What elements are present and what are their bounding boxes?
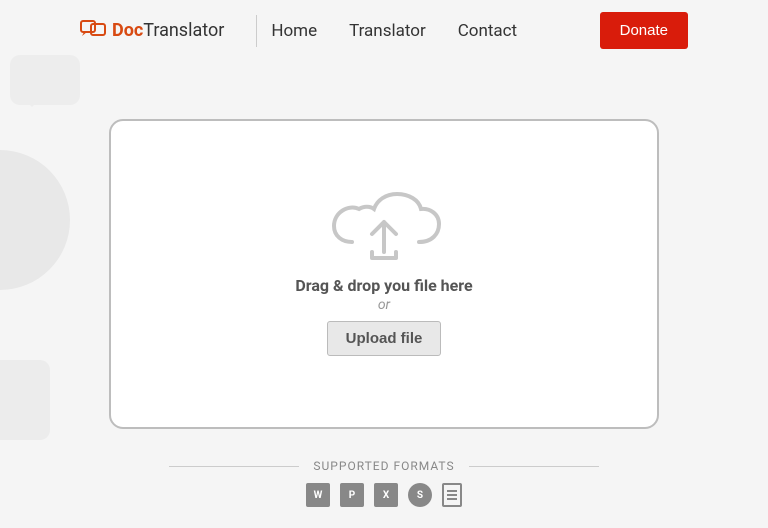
divider-right [469,466,599,467]
logo[interactable]: DocTranslator [80,18,224,43]
format-icons: W P X S [0,483,768,507]
logo-icon [80,18,106,43]
formats-heading: SUPPORTED FORMATS [313,459,454,473]
nav-translator[interactable]: Translator [349,21,426,41]
excel-icon: X [374,483,398,507]
formats-heading-row: SUPPORTED FORMATS [0,459,768,473]
nav: Home Translator Contact [271,21,579,41]
bg-speech-decoration [10,55,80,105]
nav-home[interactable]: Home [271,21,317,41]
nav-contact[interactable]: Contact [458,21,517,41]
dropzone-or: or [378,297,390,313]
logo-text: DocTranslator [112,20,224,41]
upload-file-button[interactable]: Upload file [327,321,442,356]
donate-button[interactable]: Donate [600,12,688,49]
bg-shape-decoration [0,360,50,440]
supported-formats: SUPPORTED FORMATS W P X S [0,459,768,507]
divider-left [169,466,299,467]
word-icon: W [306,483,330,507]
bg-circle-decoration [0,150,70,290]
document-icon [442,483,462,507]
nav-separator [256,15,257,47]
header: DocTranslator Home Translator Contact Do… [0,0,768,49]
brand-bold: Doc [112,20,143,41]
dropzone-text: Drag & drop you file here [295,276,472,295]
brand-rest: Translator [143,20,224,41]
powerpoint-icon: P [340,483,364,507]
dropzone[interactable]: Drag & drop you file here or Upload file [109,119,659,429]
cloud-upload-icon [324,192,444,266]
swirl-icon: S [408,483,432,507]
